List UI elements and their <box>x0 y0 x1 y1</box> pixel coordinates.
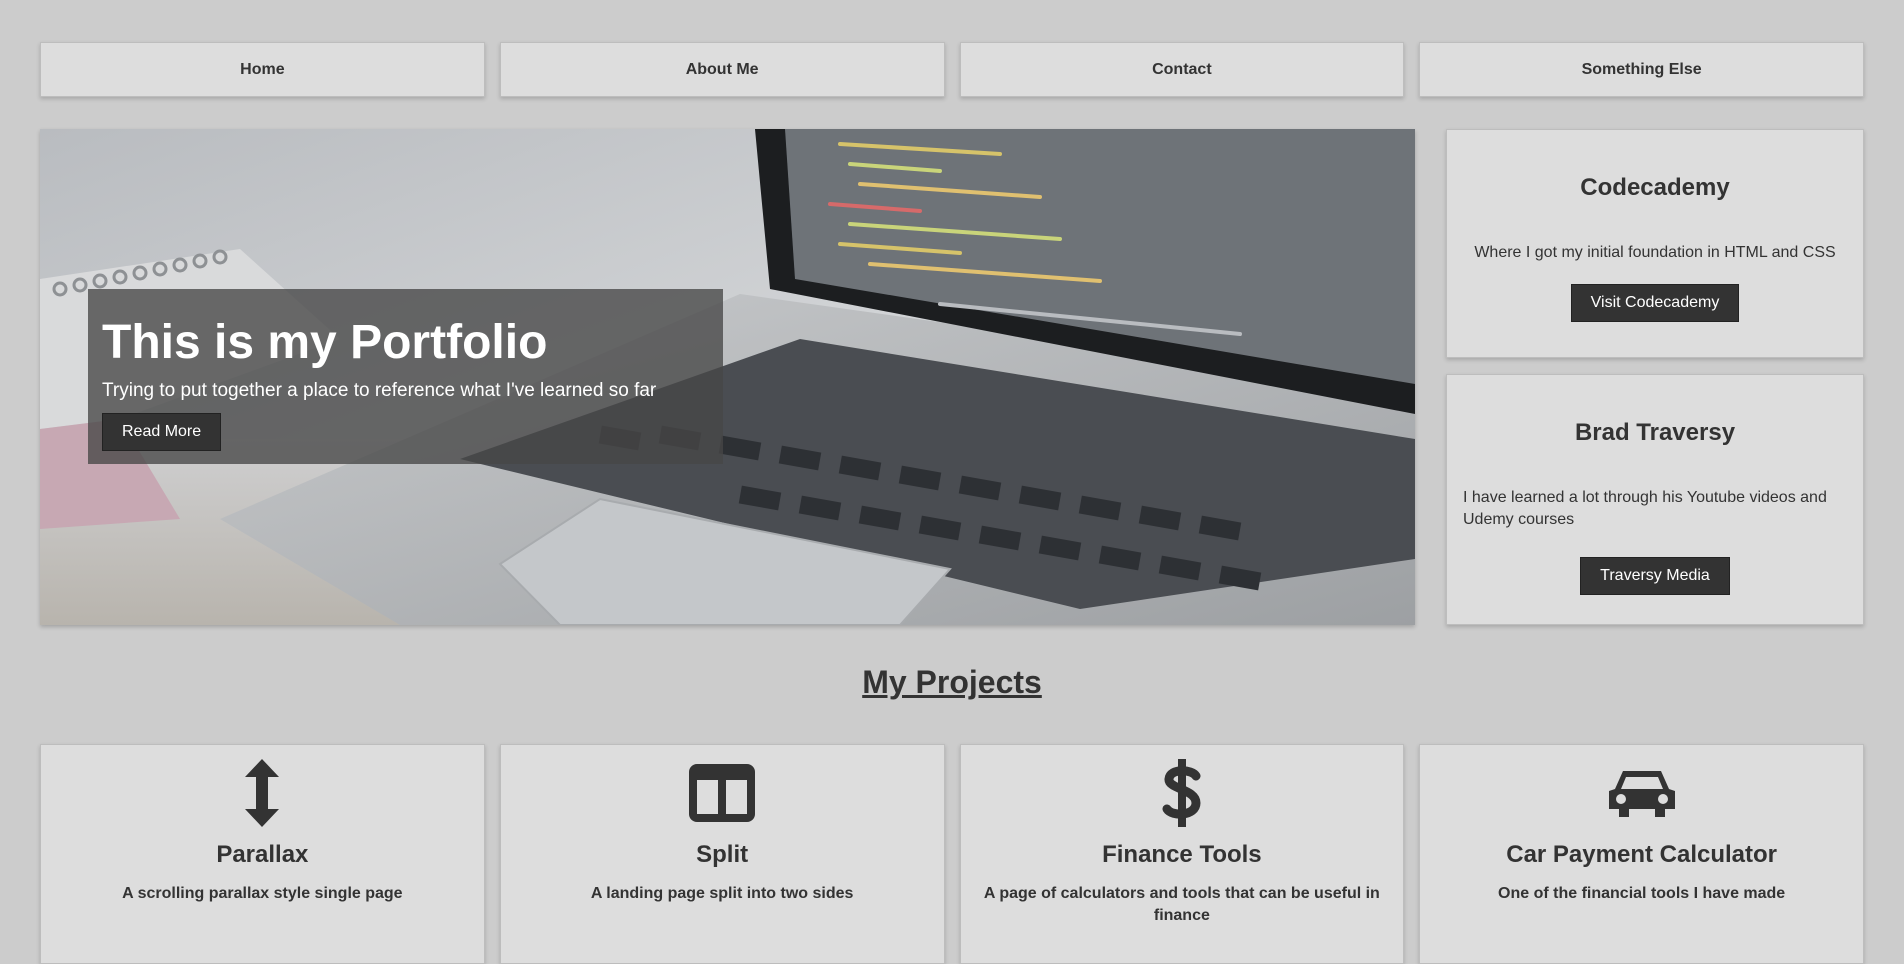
project-card-split[interactable]: Split A landing page split into two side… <box>499 744 945 964</box>
nav-home[interactable]: Home <box>40 42 485 97</box>
project-description: One of the financial tools I have made <box>1498 885 1786 902</box>
brad-traversy-text: I have learned a lot through his Youtube… <box>1463 489 1827 528</box>
read-more-button[interactable]: Read More <box>102 413 222 451</box>
project-title: Parallax <box>216 841 309 868</box>
brad-traversy-card: Brad Traversy I have learned a lot throu… <box>1446 374 1864 625</box>
showcase-subheading: Trying to put together a place to refere… <box>102 380 657 401</box>
project-card-finance-tools[interactable]: Finance Tools A page of calculators and … <box>959 744 1405 964</box>
codecademy-text: Where I got my initial foundation in HTM… <box>1474 244 1836 261</box>
project-description: A page of calculators and tools that can… <box>983 885 1380 924</box>
nav-something-else[interactable]: Something Else <box>1419 42 1864 97</box>
columns-icon <box>521 759 924 827</box>
car-icon <box>1440 759 1843 827</box>
visit-codecademy-button[interactable]: Visit Codecademy <box>1570 284 1740 322</box>
showcase-hero: This is my Portfolio Trying to put toget… <box>40 129 1415 625</box>
traversy-media-button[interactable]: Traversy Media <box>1580 557 1730 595</box>
project-card-car-payment-calculator[interactable]: Car Payment Calculator One of the financ… <box>1419 744 1864 964</box>
showcase-heading: This is my Portfolio <box>102 316 548 369</box>
brad-traversy-title: Brad Traversy <box>1574 419 1736 446</box>
project-description: A landing page split into two sides <box>590 885 854 902</box>
nav-contact[interactable]: Contact <box>959 42 1405 97</box>
project-description: A scrolling parallax style single page <box>122 885 403 902</box>
arrows-vertical-icon <box>61 759 464 827</box>
nav-about-me[interactable]: About Me <box>499 42 945 97</box>
top-nav: Home About Me Contact Something Else <box>40 42 1864 97</box>
showcase-overlay: This is my Portfolio Trying to put toget… <box>88 289 723 464</box>
dollar-icon <box>981 759 1384 827</box>
projects-heading: My Projects <box>862 664 1042 700</box>
project-title: Finance Tools <box>1102 841 1262 868</box>
project-card-parallax[interactable]: Parallax A scrolling parallax style sing… <box>40 744 485 964</box>
project-title: Split <box>696 841 749 868</box>
codecademy-title: Codecademy <box>1580 174 1730 201</box>
project-title: Car Payment Calculator <box>1506 841 1777 868</box>
projects-grid: Parallax A scrolling parallax style sing… <box>40 744 1864 964</box>
codecademy-card: Codecademy Where I got my initial founda… <box>1446 129 1864 358</box>
